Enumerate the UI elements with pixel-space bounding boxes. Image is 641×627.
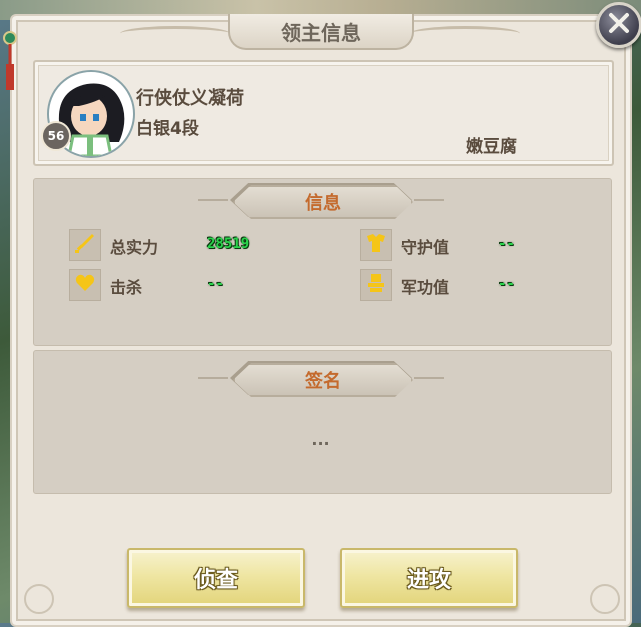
stat-value: 28519: [207, 236, 250, 252]
tassel-ornament: [2, 30, 18, 92]
dialog-title: 领主信息: [228, 14, 414, 50]
heart-icon: [74, 272, 96, 298]
stat-value: --: [207, 276, 224, 292]
scout-button[interactable]: 侦查: [127, 548, 305, 608]
stat-label: 击杀: [110, 278, 143, 297]
title-ornament-right: [410, 26, 520, 41]
sword-icon: [74, 232, 96, 258]
stat-guard: [360, 229, 392, 261]
corner-ornament: [590, 584, 620, 614]
stat-label: 总实力: [110, 238, 159, 257]
stat-merit: [360, 269, 392, 301]
title-ornament-left: [120, 26, 230, 41]
level-badge: 56: [41, 121, 71, 151]
close-button[interactable]: [596, 2, 641, 48]
stat-label: 军功值: [401, 278, 450, 297]
signature-text: ...: [311, 430, 330, 449]
title-divider-left: [198, 199, 228, 201]
attack-button[interactable]: 进攻: [340, 548, 518, 608]
title-divider-left: [198, 377, 228, 379]
stat-value: --: [498, 276, 515, 292]
player-rank: 白银4段: [136, 119, 199, 139]
signature-section-title: 签名: [233, 363, 413, 397]
armor-icon: [365, 232, 387, 258]
stat-value: --: [498, 236, 515, 252]
stat-label: 守护值: [401, 238, 450, 257]
info-section-title: 信息: [233, 185, 413, 219]
title-divider-right: [414, 199, 444, 201]
guild-name: 嫩豆腐: [466, 137, 517, 157]
stat-kills: [69, 269, 101, 301]
medal-icon: [365, 272, 387, 298]
close-icon: [608, 12, 630, 38]
stat-power: [69, 229, 101, 261]
title-divider-right: [414, 377, 444, 379]
corner-ornament: [24, 584, 54, 614]
player-name: 行侠仗义凝荷: [136, 88, 244, 109]
